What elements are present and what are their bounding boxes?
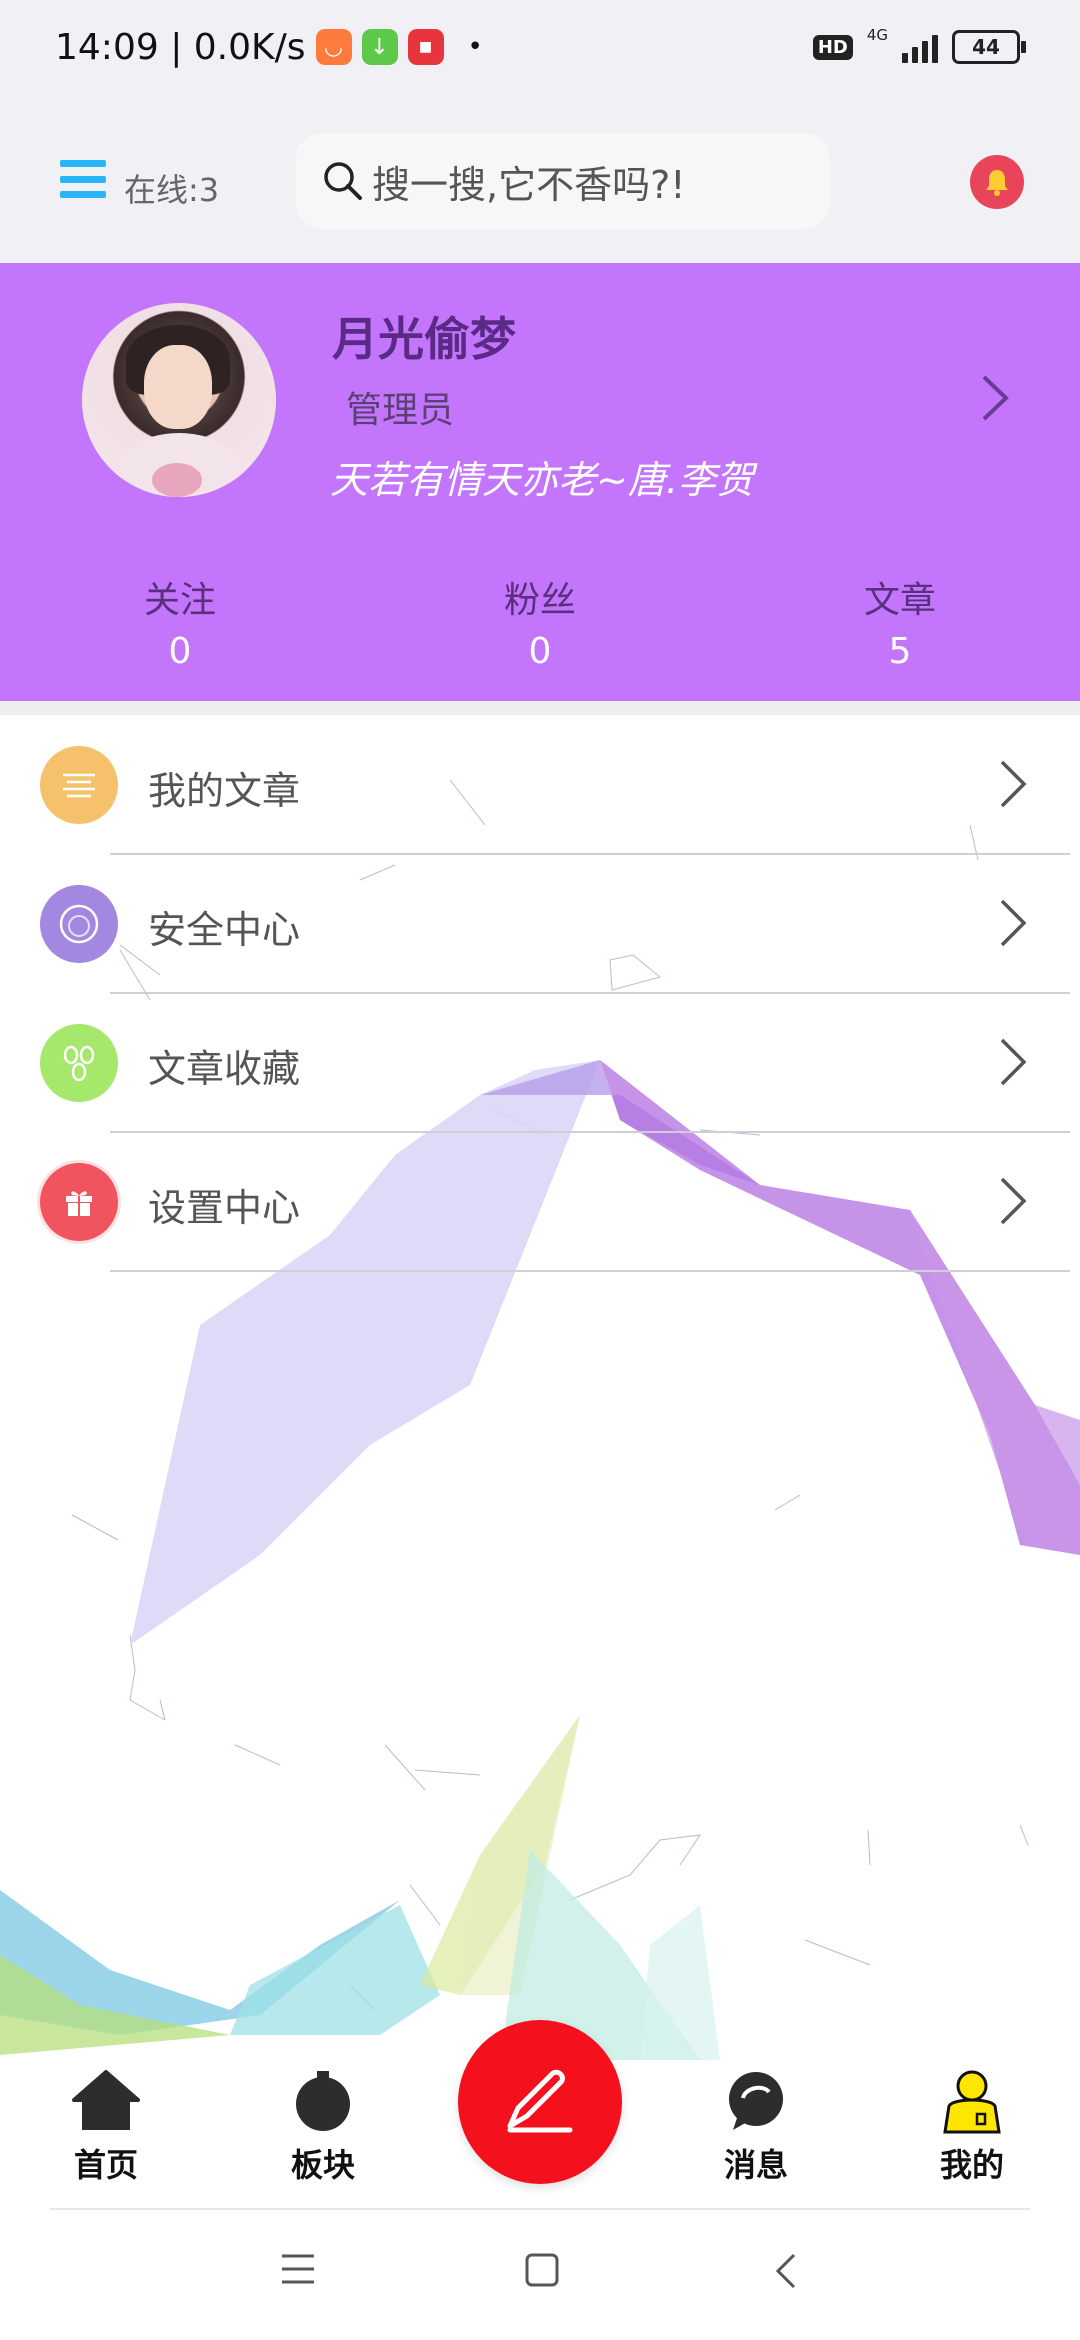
nav-label: 我的: [939, 2146, 1004, 2184]
search-placeholder: 搜一搜,它不香吗?!: [372, 162, 686, 207]
stat-value: 5: [888, 631, 912, 672]
network-type: 4G: [866, 26, 888, 44]
system-nav-bar: [0, 2212, 1080, 2340]
message-icon: [729, 2072, 783, 2130]
status-right: HD 4G 44: [812, 22, 1026, 72]
download-icon: ↓: [361, 29, 398, 65]
user-motto: 天若有情天亦老~唐.李贺: [330, 458, 754, 502]
section-divider: [0, 701, 1080, 715]
status-bar: 14:09 | 0.0K/s ◡ ↓ ■ • HD 4G 44: [0, 0, 1080, 95]
battery-level: 44: [972, 35, 1000, 59]
status-time-speed: 14:09 | 0.0K/s: [55, 26, 306, 68]
username: 月光偷梦: [332, 312, 516, 366]
search-bar[interactable]: 搜一搜,它不香吗?!: [296, 133, 830, 229]
stat-following[interactable]: 关注 0: [80, 571, 280, 672]
menu-item-label: 文章收藏: [148, 1047, 301, 1091]
chevron-right-icon[interactable]: [980, 373, 1010, 423]
nav-label: 消息: [723, 2146, 788, 2184]
nav-label: 首页: [73, 2146, 138, 2184]
chevron-right-icon: [1000, 760, 1027, 808]
menu-item-label: 设置中心: [148, 1186, 301, 1230]
profile-icon: [943, 2070, 1001, 2134]
nav-home[interactable]: 首页: [36, 2068, 176, 2186]
nav-divider: [50, 2208, 1030, 2210]
stat-value: 0: [168, 631, 192, 672]
favorites-icon: [40, 1024, 118, 1102]
menu-item-label: 安全中心: [148, 908, 301, 952]
signal-icon: [902, 31, 938, 63]
hd-badge: HD: [812, 34, 853, 60]
stat-value: 0: [528, 631, 552, 672]
search-icon: [324, 162, 362, 200]
shopping-app-icon: ◡: [315, 29, 352, 65]
top-bar: 在线:3 搜一搜,它不香吗?!: [0, 95, 1080, 263]
home-button-icon[interactable]: [524, 2252, 560, 2288]
gift-icon: [40, 1163, 118, 1241]
nav-board[interactable]: 板块: [253, 2068, 393, 2186]
avatar[interactable]: [82, 303, 276, 497]
chevron-right-icon: [1000, 899, 1027, 947]
stat-label: 关注: [143, 580, 216, 621]
article-icon: [40, 746, 118, 824]
battery-icon: 44: [952, 30, 1026, 64]
bell-glyph: [986, 170, 1008, 196]
chevron-right-icon: [1000, 1038, 1027, 1086]
online-count: 在线:3: [124, 171, 220, 209]
home-icon: [72, 2070, 140, 2130]
stat-label: 粉丝: [503, 580, 576, 621]
profile-card[interactable]: 月光偷梦 管理员 天若有情天亦老~唐.李贺 关注 0 粉丝 0 文章 5: [0, 263, 1080, 701]
board-icon: [296, 2071, 350, 2131]
recent-apps-icon[interactable]: [280, 2252, 316, 2286]
bell-icon[interactable]: [970, 155, 1024, 209]
stat-followers[interactable]: 粉丝 0: [440, 571, 640, 672]
nav-profile[interactable]: 我的: [902, 2068, 1042, 2186]
menu-divider: [110, 1270, 1070, 1272]
chevron-right-icon: [1000, 1177, 1027, 1225]
nav-messages[interactable]: 消息: [686, 2068, 826, 2186]
menu-item-label: 我的文章: [148, 769, 301, 813]
notification-dot: •: [467, 32, 483, 62]
status-left: 14:09 | 0.0K/s ◡ ↓ ■ •: [55, 22, 483, 72]
stat-label: 文章: [863, 580, 936, 621]
security-icon: [40, 885, 118, 963]
app-notification-icon: ■: [407, 29, 444, 65]
bottom-nav: 首页 板块 消息 我的: [0, 2020, 1080, 2210]
menu-item-my-articles[interactable]: 我的文章: [0, 716, 1080, 855]
stat-articles[interactable]: 文章 5: [800, 571, 1000, 672]
menu-item-security[interactable]: 安全中心: [0, 855, 1080, 994]
back-icon[interactable]: [774, 2252, 798, 2290]
user-role: 管理员: [346, 390, 455, 431]
menu-item-settings[interactable]: 设置中心: [0, 1133, 1080, 1272]
pen-icon: [507, 2069, 573, 2133]
compose-button[interactable]: [458, 2020, 622, 2184]
menu-icon[interactable]: [60, 160, 106, 198]
menu-item-favorites[interactable]: 文章收藏: [0, 994, 1080, 1133]
nav-label: 板块: [290, 2146, 355, 2184]
